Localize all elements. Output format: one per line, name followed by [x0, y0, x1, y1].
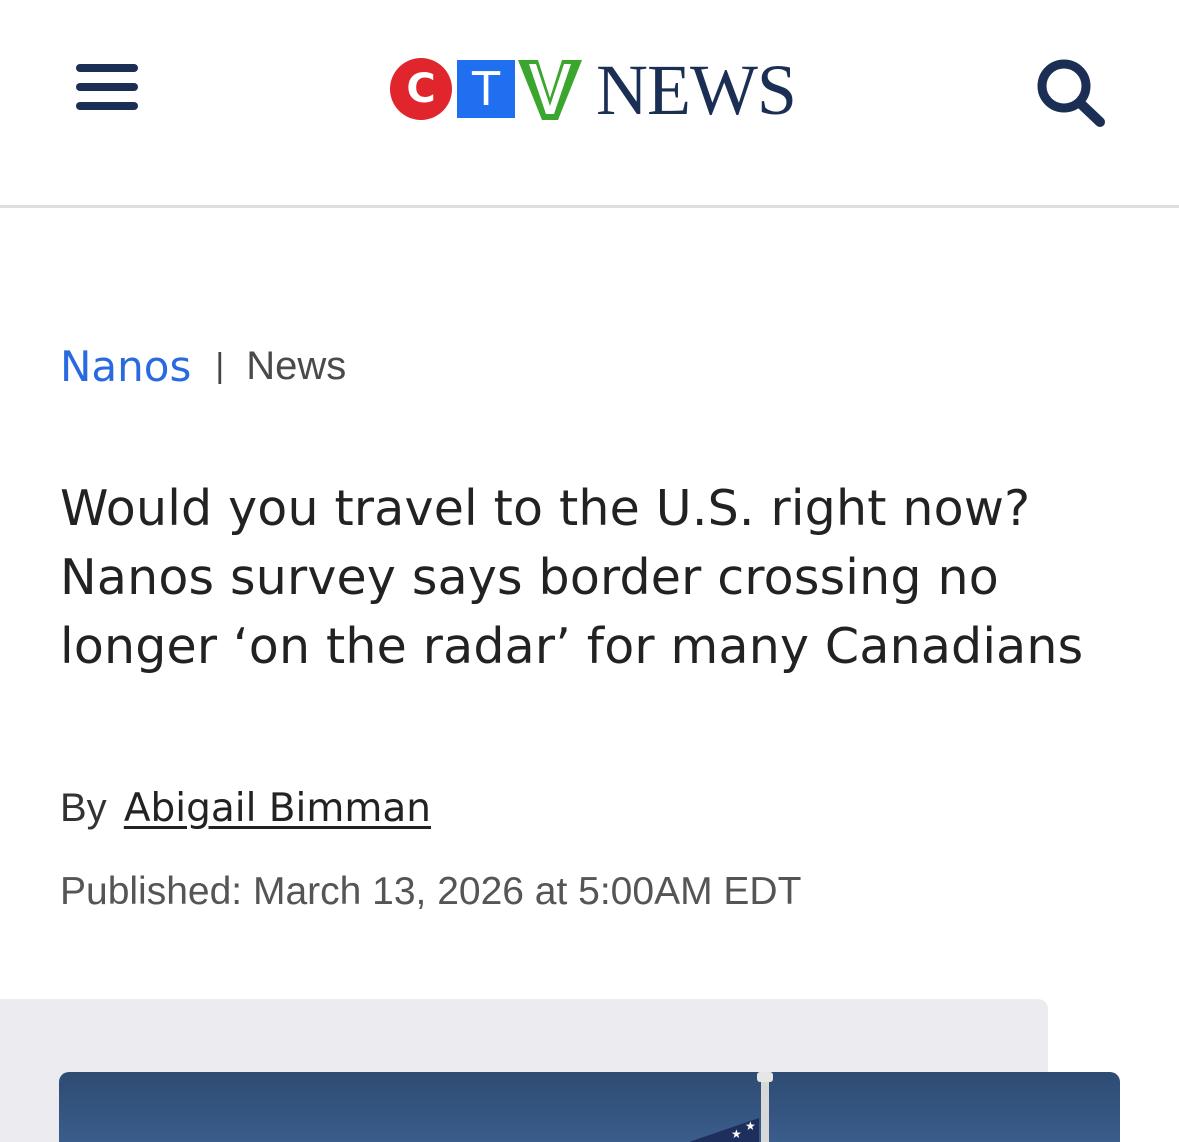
published-date: Published: March 13, 2026 at 5:00AM EDT [60, 870, 802, 913]
article-headline: Would you travel to the U.S. right now? … [60, 480, 1084, 675]
menu-bar [76, 83, 138, 91]
search-button[interactable] [1030, 54, 1112, 130]
article-page: C T NEWS Nanos | News Would you travel t… [0, 0, 1179, 1142]
hamburger-menu-icon [76, 64, 138, 72]
svg-text:★: ★ [731, 1127, 742, 1141]
menu-button[interactable] [72, 58, 142, 118]
svg-text:★: ★ [745, 1119, 756, 1133]
logo-v-mark [518, 60, 582, 120]
logo-t-square: T [457, 60, 515, 118]
ctv-news-logo[interactable]: C T NEWS [390, 52, 797, 128]
site-header: C T NEWS [0, 0, 1179, 205]
logo-news-wordmark: NEWS [596, 50, 797, 130]
byline-prefix: By [60, 786, 107, 830]
american-flag-on-pole-icon: ★ ★ [689, 1072, 773, 1142]
category-separator: | [215, 346, 225, 385]
breadcrumb: Nanos | News [60, 336, 346, 396]
category-link-news[interactable]: News [246, 344, 346, 389]
search-icon [1037, 59, 1105, 127]
byline: By Abigail Bimman [60, 786, 431, 840]
menu-bar [76, 102, 138, 110]
logo-c-circle: C [390, 58, 452, 120]
category-link-nanos[interactable]: Nanos [60, 342, 191, 391]
header-divider [0, 205, 1179, 208]
article-image[interactable]: ★ ★ [59, 1072, 1120, 1142]
author-link[interactable]: Abigail Bimman [124, 786, 431, 831]
